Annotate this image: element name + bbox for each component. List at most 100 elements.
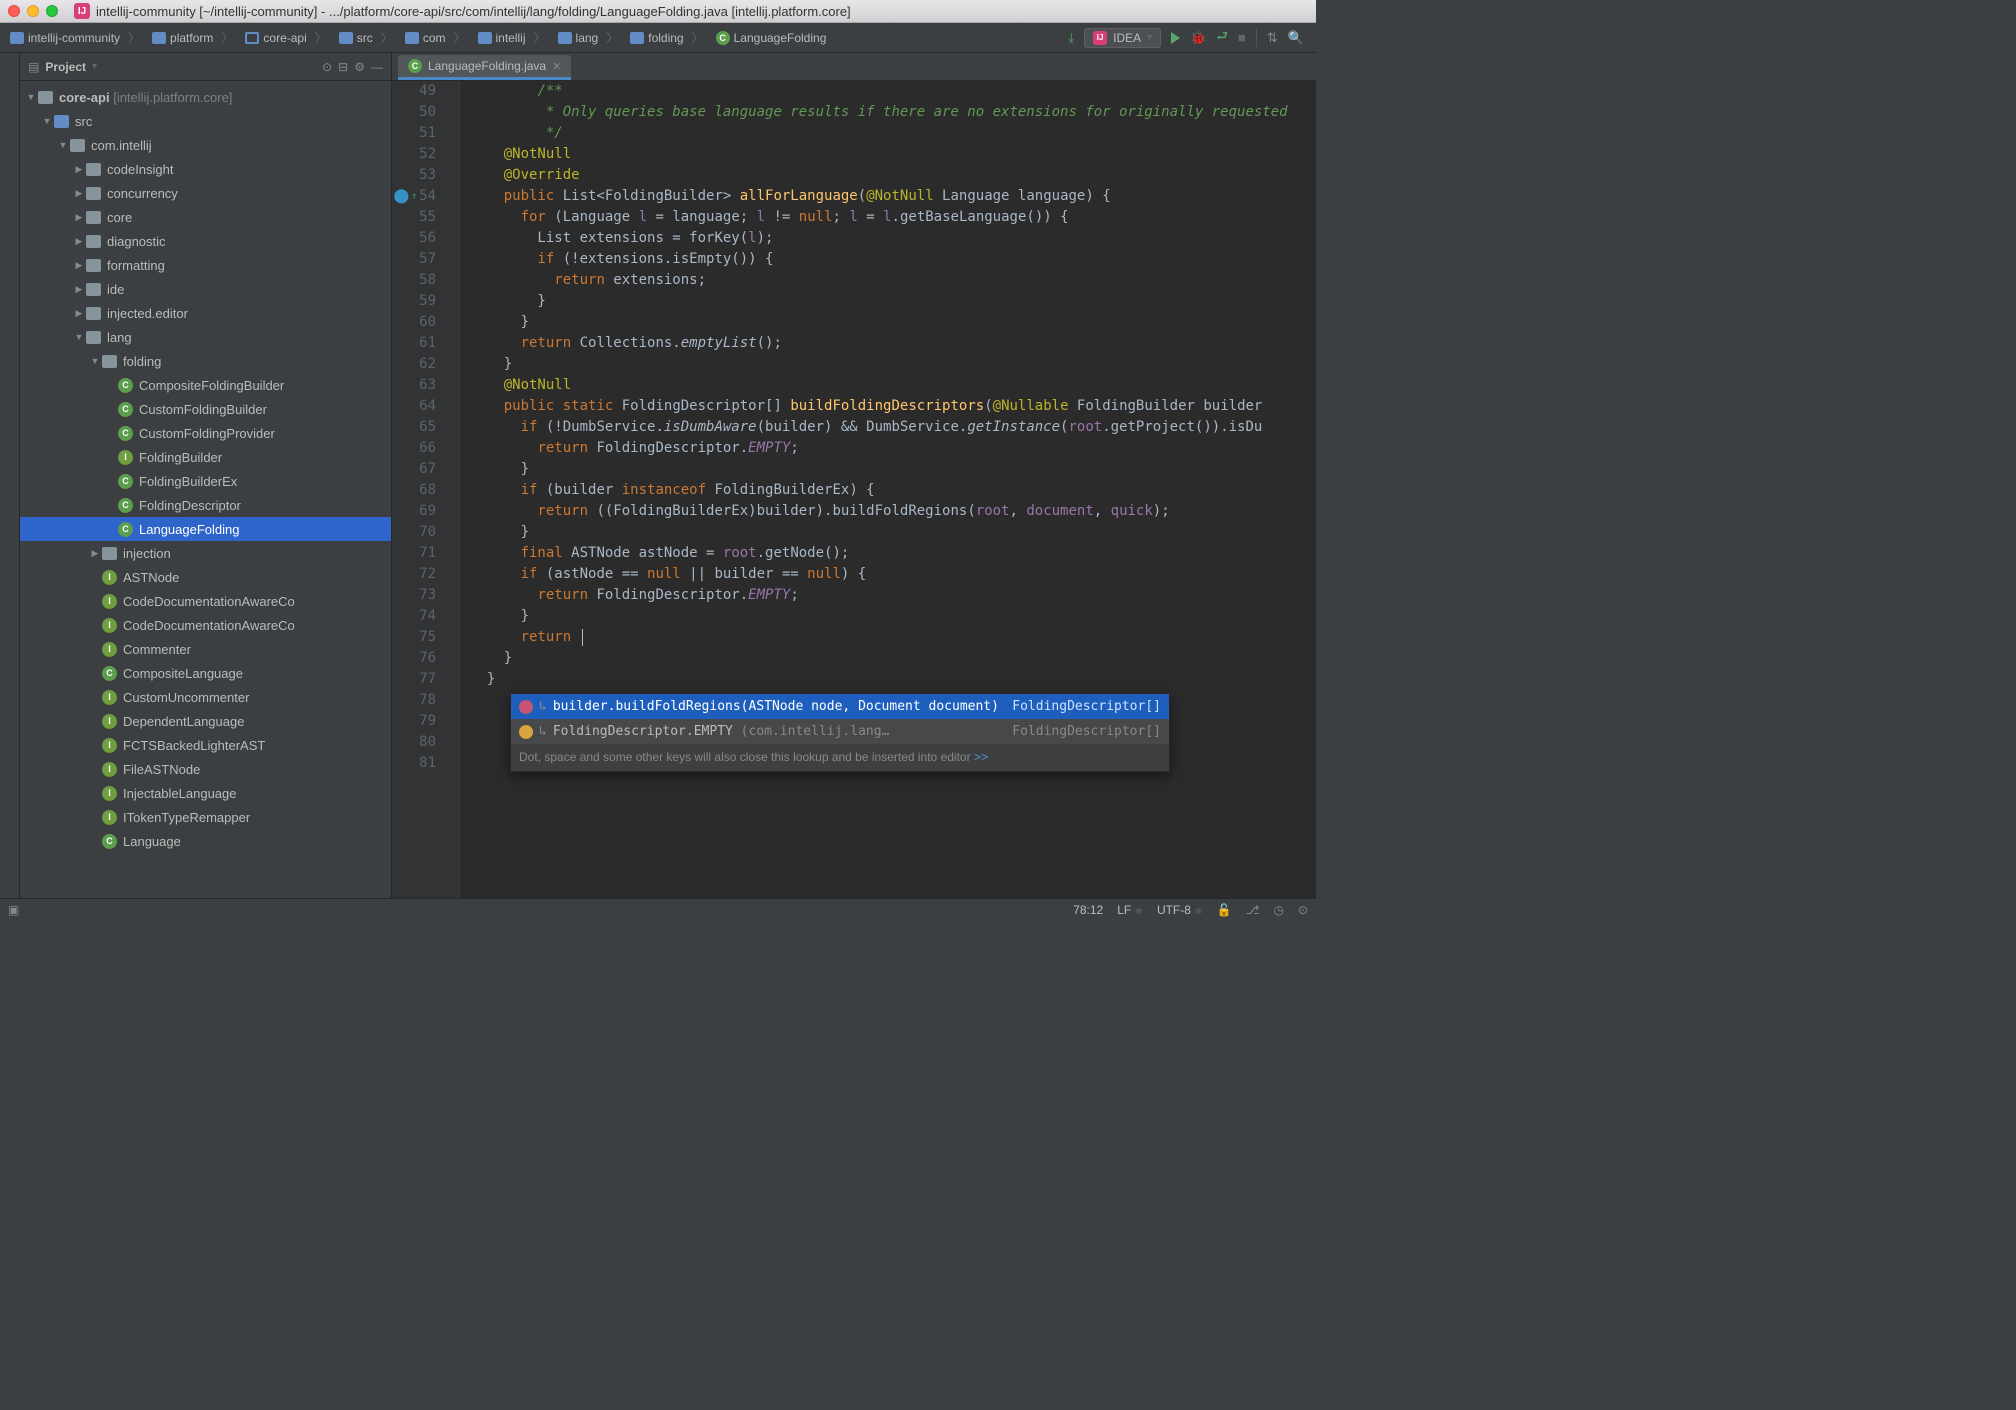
collapse-all-icon[interactable]: ⊟: [338, 60, 348, 74]
tree-item[interactable]: ▼folding: [20, 349, 391, 373]
disclosure-arrow-icon[interactable]: ▶: [74, 260, 84, 271]
disclosure-arrow-icon[interactable]: ▼: [90, 356, 100, 366]
tree-item[interactable]: CCompositeFoldingBuilder: [20, 373, 391, 397]
line-number[interactable]: 72: [392, 564, 436, 585]
tree-item[interactable]: ▼com.intellij: [20, 133, 391, 157]
code-completion-popup[interactable]: ↳builder.buildFoldRegions(ASTNode node, …: [510, 693, 1170, 772]
disclosure-arrow-icon[interactable]: ▶: [74, 212, 84, 223]
line-number[interactable]: ⬤↑54: [392, 186, 436, 207]
git-branch-icon[interactable]: ⎇: [1246, 903, 1260, 917]
tree-item[interactable]: IFCTSBackedLighterAST: [20, 733, 391, 757]
line-number[interactable]: 79: [392, 711, 436, 732]
disclosure-arrow-icon[interactable]: ▶: [74, 284, 84, 295]
tree-item[interactable]: CFoldingDescriptor: [20, 493, 391, 517]
completion-hint-link[interactable]: >>: [974, 750, 988, 764]
line-number[interactable]: 70: [392, 522, 436, 543]
memory-indicator-icon[interactable]: ⊙: [1298, 903, 1308, 917]
editor[interactable]: 4950515253⬤↑5455565758596061626364656667…: [392, 81, 1316, 898]
line-number[interactable]: 81: [392, 753, 436, 774]
breadcrumb-item[interactable]: lang〉: [552, 27, 625, 48]
tree-item[interactable]: ICommenter: [20, 637, 391, 661]
fold-gutter[interactable]: [446, 81, 460, 898]
hide-icon[interactable]: —: [371, 60, 383, 74]
breadcrumb-item[interactable]: com〉: [399, 27, 472, 48]
line-number[interactable]: 69: [392, 501, 436, 522]
tree-item[interactable]: CCustomFoldingBuilder: [20, 397, 391, 421]
run-icon[interactable]: [1171, 32, 1180, 44]
line-number[interactable]: 73: [392, 585, 436, 606]
line-number[interactable]: 58: [392, 270, 436, 291]
line-number[interactable]: 66: [392, 438, 436, 459]
vcs-update-icon[interactable]: ⇅: [1267, 30, 1278, 46]
zoom-window-icon[interactable]: [46, 5, 58, 17]
tree-item[interactable]: ▼lang: [20, 325, 391, 349]
left-tool-strip[interactable]: [0, 53, 20, 898]
line-number[interactable]: 77: [392, 669, 436, 690]
line-number[interactable]: 53: [392, 165, 436, 186]
completion-item[interactable]: ↳FoldingDescriptor.EMPTY (com.intellij.l…: [511, 719, 1169, 744]
breadcrumb-item[interactable]: core-api〉: [239, 27, 332, 48]
line-number[interactable]: 80: [392, 732, 436, 753]
breadcrumb-item[interactable]: src〉: [333, 27, 399, 48]
breadcrumb-item[interactable]: platform〉: [146, 27, 239, 48]
tree-item[interactable]: CLanguage: [20, 829, 391, 853]
line-number[interactable]: 51: [392, 123, 436, 144]
breadcrumb-item[interactable]: folding〉: [624, 27, 709, 48]
disclosure-arrow-icon[interactable]: ▶: [74, 308, 84, 319]
chevron-down-icon[interactable]: ▾: [92, 61, 97, 72]
disclosure-arrow-icon[interactable]: ▶: [90, 548, 100, 559]
tree-item[interactable]: ▶core: [20, 205, 391, 229]
tree-item[interactable]: CFoldingBuilderEx: [20, 469, 391, 493]
show-tool-windows-icon[interactable]: ▣: [8, 903, 19, 917]
tree-item[interactable]: ▼core-api [intellij.platform.core]: [20, 85, 391, 109]
line-number[interactable]: 62: [392, 354, 436, 375]
disclosure-arrow-icon[interactable]: ▶: [74, 164, 84, 175]
line-number[interactable]: 60: [392, 312, 436, 333]
line-number[interactable]: 71: [392, 543, 436, 564]
window-controls[interactable]: [8, 5, 58, 17]
project-panel-header[interactable]: ▤ Project ▾ ⊙ ⊟ ⚙ —: [20, 53, 391, 81]
tree-item[interactable]: IDependentLanguage: [20, 709, 391, 733]
line-number[interactable]: 76: [392, 648, 436, 669]
tree-item[interactable]: IFoldingBuilder: [20, 445, 391, 469]
disclosure-arrow-icon[interactable]: ▼: [26, 92, 36, 102]
readonly-lock-icon[interactable]: 🔓: [1217, 903, 1232, 917]
stop-icon[interactable]: ■: [1238, 30, 1246, 45]
line-number[interactable]: 49: [392, 81, 436, 102]
disclosure-arrow-icon[interactable]: ▼: [42, 116, 52, 126]
tree-item[interactable]: ▶injection: [20, 541, 391, 565]
run-coverage-icon[interactable]: ⮐: [1216, 27, 1228, 49]
debug-icon[interactable]: 🐞: [1190, 30, 1206, 46]
tree-item[interactable]: ▶injected.editor: [20, 301, 391, 325]
caret-position[interactable]: 78:12: [1073, 903, 1103, 917]
search-everywhere-icon[interactable]: 🔍: [1288, 30, 1304, 46]
background-tasks-icon[interactable]: ◷: [1273, 903, 1283, 917]
line-number[interactable]: 75: [392, 627, 436, 648]
completion-item[interactable]: ↳builder.buildFoldRegions(ASTNode node, …: [511, 694, 1169, 719]
disclosure-arrow-icon[interactable]: ▶: [74, 188, 84, 199]
line-number[interactable]: 59: [392, 291, 436, 312]
line-number[interactable]: 56: [392, 228, 436, 249]
editor-tab[interactable]: C LanguageFolding.java ✕: [398, 55, 571, 80]
line-number[interactable]: 57: [392, 249, 436, 270]
tree-item[interactable]: ▶concurrency: [20, 181, 391, 205]
run-config-selector[interactable]: IJ IDEA ▾: [1084, 28, 1161, 48]
locate-icon[interactable]: ⊙: [322, 60, 332, 74]
line-number[interactable]: 50: [392, 102, 436, 123]
gear-icon[interactable]: ⚙: [354, 60, 365, 74]
line-number[interactable]: 68: [392, 480, 436, 501]
line-number[interactable]: 52: [392, 144, 436, 165]
line-number[interactable]: 55: [392, 207, 436, 228]
close-window-icon[interactable]: [8, 5, 20, 17]
tree-item[interactable]: IFileASTNode: [20, 757, 391, 781]
tree-item[interactable]: ▶ide: [20, 277, 391, 301]
line-number[interactable]: 74: [392, 606, 436, 627]
line-number[interactable]: 78: [392, 690, 436, 711]
project-tree[interactable]: ▼core-api [intellij.platform.core]▼src▼c…: [20, 81, 391, 898]
tree-item[interactable]: CCustomFoldingProvider: [20, 421, 391, 445]
code-content[interactable]: /** * Only queries base language results…: [460, 81, 1316, 898]
line-number[interactable]: 61: [392, 333, 436, 354]
line-separator[interactable]: LF ≑: [1117, 903, 1143, 917]
tree-item[interactable]: ▶codeInsight: [20, 157, 391, 181]
line-number[interactable]: 64: [392, 396, 436, 417]
